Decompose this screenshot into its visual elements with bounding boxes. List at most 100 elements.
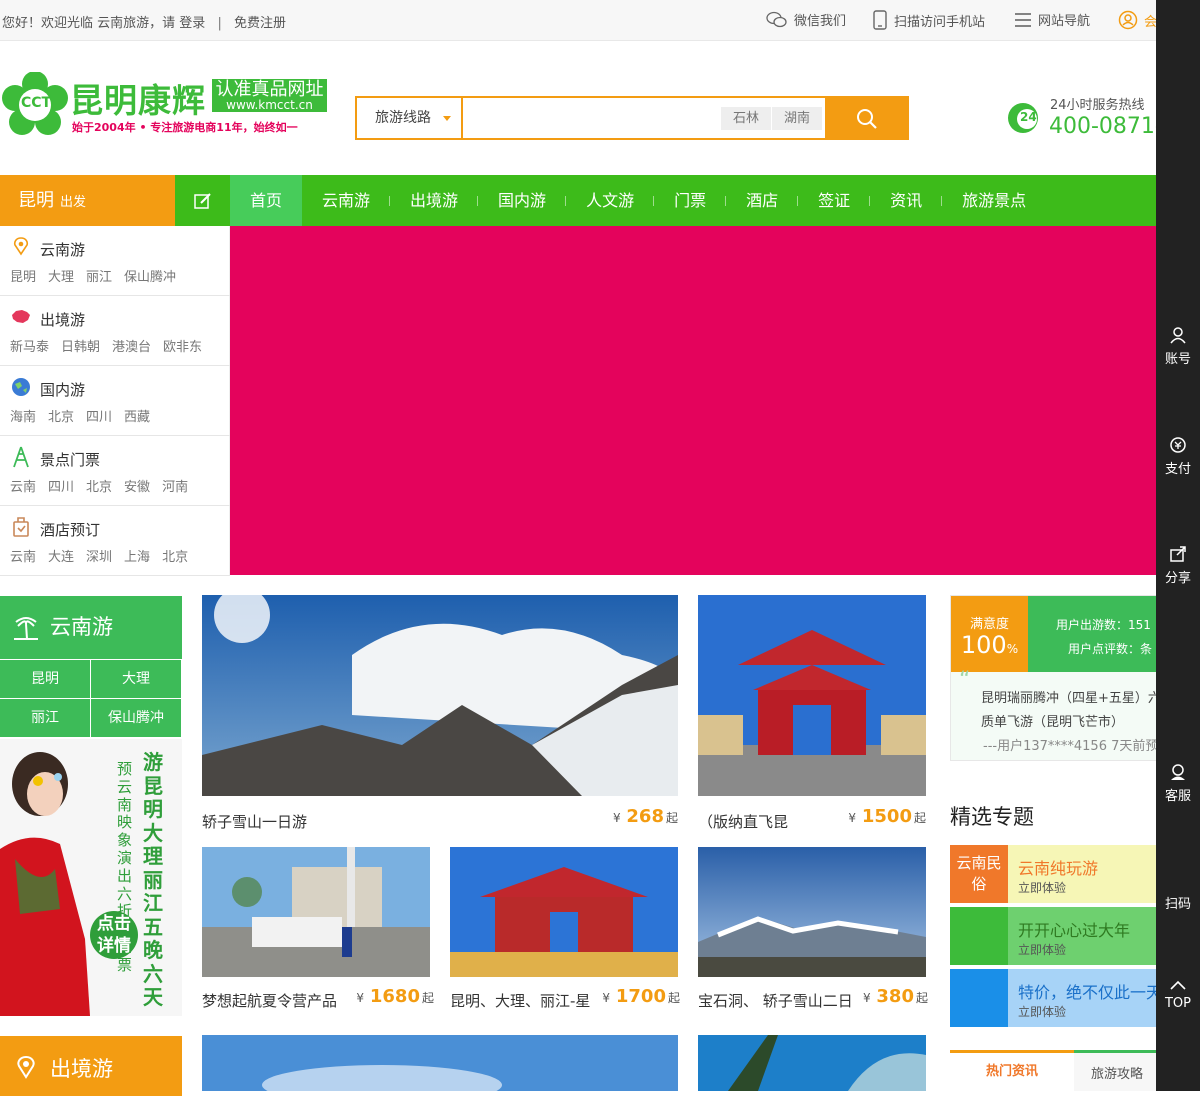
product-image-1[interactable] — [202, 595, 678, 796]
search-category-select[interactable]: 旅游线路 — [357, 98, 463, 138]
review-line-2: 质单飞游（昆明飞芒市） — [981, 715, 1125, 730]
topic-card-3[interactable]: 特价，绝不仅此一天 立即体验 — [950, 969, 1160, 1027]
mobile-site-link[interactable]: 扫描访问手机站 — [872, 10, 985, 30]
sub-link[interactable]: 昆明 — [10, 270, 36, 285]
toolbar-scan[interactable]: 扫码 — [1156, 893, 1200, 912]
product-title-4[interactable]: 昆明、大理、丽江-星 — [450, 990, 605, 1011]
sub-link[interactable]: 海南 — [10, 410, 36, 425]
product-image-4[interactable] — [450, 847, 678, 977]
sub-link[interactable]: 云南 — [10, 550, 36, 565]
featured-topics-title: 精选专题 — [950, 805, 1034, 829]
search-input[interactable] — [467, 102, 717, 134]
sub-link[interactable]: 北京 — [162, 550, 188, 565]
toolbar-service[interactable]: 客服 — [1156, 763, 1200, 804]
arch-gate-photo — [698, 595, 926, 796]
sub-link[interactable]: 大理 — [48, 270, 74, 285]
nav-item-news[interactable]: 资讯 — [870, 175, 943, 226]
nav-item-visa[interactable]: 签证 — [798, 175, 871, 226]
yunnan-link-baoshan[interactable]: 保山腾冲 — [91, 699, 181, 737]
product-title-1[interactable]: 轿子雪山一日游 — [202, 811, 502, 832]
product-title-3[interactable]: 梦想起航夏令营产品 — [202, 990, 352, 1011]
topic-card-2[interactable]: 开开心心过大年 立即体验 — [950, 907, 1160, 965]
yunnan-link-dali[interactable]: 大理 — [91, 660, 181, 698]
sub-link[interactable]: 四川 — [48, 480, 74, 495]
search-button[interactable] — [825, 96, 909, 140]
sub-link[interactable]: 西藏 — [124, 410, 150, 425]
category-yunnan[interactable]: 云南游 昆明 大理 丽江 保山腾冲 — [0, 226, 230, 296]
wechat-link[interactable]: 微信我们 — [766, 10, 846, 29]
site-nav-link[interactable]: 网站导航 — [1014, 10, 1090, 29]
topic-card-1[interactable]: 云南民俗 云南纯玩游 立即体验 — [950, 845, 1160, 903]
nav-item-domestic[interactable]: 国内游 — [478, 175, 567, 226]
product-image-5[interactable] — [698, 847, 926, 977]
product-price-5: ¥ 380 起 — [862, 986, 928, 1007]
toolbar-account[interactable]: 账号 — [1156, 326, 1200, 367]
hot-keyword-1[interactable]: 石林 — [721, 107, 772, 130]
menu-icon — [1015, 12, 1031, 27]
sub-link[interactable]: 北京 — [48, 410, 74, 425]
edit-button[interactable] — [175, 175, 230, 226]
toolbar-payment[interactable]: 支付 — [1156, 436, 1200, 477]
yunnan-section-header[interactable]: 云南游 — [0, 596, 182, 659]
logo-slogan: 认准真品网址 — [215, 79, 324, 100]
sub-link[interactable]: 河南 — [162, 480, 188, 495]
site-logo[interactable]: CCT 昆明康辉 认准真品网址 www.kmcct.cn 始于2004年 • 专… — [2, 72, 332, 144]
price-suffix: 起 — [913, 811, 926, 825]
mobile-label: 扫描访问手机站 — [894, 14, 986, 30]
sub-link[interactable]: 港澳台 — [112, 340, 151, 355]
news-tabs: 热门资讯 旅游攻略 — [950, 1050, 1160, 1091]
sub-link[interactable]: 深圳 — [86, 550, 112, 565]
sub-link[interactable]: 新马泰 — [10, 340, 49, 355]
nav-item-yunnan[interactable]: 云南游 — [302, 175, 391, 226]
outbound-section-header[interactable]: 出境游 — [0, 1036, 182, 1096]
nav-item-tickets[interactable]: 门票 — [654, 175, 727, 226]
category-domestic[interactable]: 国内游 海南 北京 四川 西藏 — [0, 366, 230, 436]
nav-item-culture[interactable]: 人文游 — [566, 175, 655, 226]
nav-label: 人文游 — [586, 191, 635, 210]
sub-link[interactable]: 日韩朝 — [61, 340, 100, 355]
tab-hot-news[interactable]: 热门资讯 — [950, 1053, 1074, 1091]
product-image-7[interactable] — [698, 1035, 926, 1091]
yunnan-link-kunming[interactable]: 昆明 — [0, 660, 90, 698]
sub-link[interactable]: 四川 — [86, 410, 112, 425]
product-image-3[interactable] — [202, 847, 430, 977]
nav-item-home[interactable]: 首页 — [230, 175, 303, 226]
sub-link[interactable]: 欧非东 — [163, 340, 202, 355]
nav-item-hotel[interactable]: 酒店 — [726, 175, 799, 226]
category-hotel[interactable]: 酒店预订 云南 大连 深圳 上海 北京 — [0, 506, 230, 576]
sub-link[interactable]: 云南 — [10, 480, 36, 495]
product-image-6[interactable] — [202, 1035, 678, 1091]
toolbar-top[interactable]: TOP — [1156, 978, 1200, 1011]
review-line-1: 昆明瑞丽腾冲（四星+五星）六 — [981, 691, 1160, 706]
register-link[interactable]: 免费注册 — [234, 16, 286, 31]
satisfaction-value: 100 — [960, 631, 1007, 659]
member-link[interactable]: 会 — [1118, 10, 1157, 30]
toolbar-label: 分享 — [1164, 571, 1191, 586]
sub-link[interactable]: 上海 — [124, 550, 150, 565]
category-outbound[interactable]: 出境游 新马泰 日韩朝 港澳台 欧非东 — [0, 296, 230, 366]
product-image-2[interactable] — [698, 595, 926, 796]
hot-keyword-2[interactable]: 湖南 — [772, 107, 823, 130]
product-title-5[interactable]: 宝石洞、 轿子雪山二日 — [698, 990, 866, 1011]
departure-city[interactable]: 昆明 出发 — [0, 175, 175, 226]
login-link[interactable]: 登录 — [179, 16, 205, 31]
latest-review[interactable]: “ 昆明瑞丽腾冲（四星+五星）六 质单飞游（昆明飞芒市） ---用户137***… — [951, 668, 1160, 760]
hero-banner[interactable] — [230, 226, 1160, 575]
sub-link[interactable]: 北京 — [86, 480, 112, 495]
logo-name: 昆明康辉 — [70, 81, 206, 120]
sub-link[interactable]: 保山腾冲 — [124, 270, 176, 285]
yunnan-link-lijiang[interactable]: 丽江 — [0, 699, 90, 737]
nav-item-scenic[interactable]: 旅游景点 — [942, 175, 1046, 226]
nav-item-outbound[interactable]: 出境游 — [390, 175, 479, 226]
promo-detail-button[interactable]: 点击详情 — [90, 911, 138, 959]
sub-link[interactable]: 丽江 — [86, 270, 112, 285]
category-tickets[interactable]: 景点门票 云南 四川 北京 安徽 河南 — [0, 436, 230, 506]
satisfaction-unit: % — [1006, 642, 1019, 656]
sub-link[interactable]: 安徽 — [124, 480, 150, 495]
sub-link[interactable]: 大连 — [48, 550, 74, 565]
product-title-2[interactable]: （版纳直飞昆 — [698, 811, 798, 832]
toolbar-share[interactable]: 分享 — [1156, 545, 1200, 586]
tab-travel-guide[interactable]: 旅游攻略 — [1074, 1050, 1160, 1091]
yunnan-promo-ad[interactable]: 游昆明大理丽江五晚六天 预云南映象演出六折优惠票 点击详情 — [0, 739, 182, 1016]
currency: ¥ — [848, 811, 857, 825]
